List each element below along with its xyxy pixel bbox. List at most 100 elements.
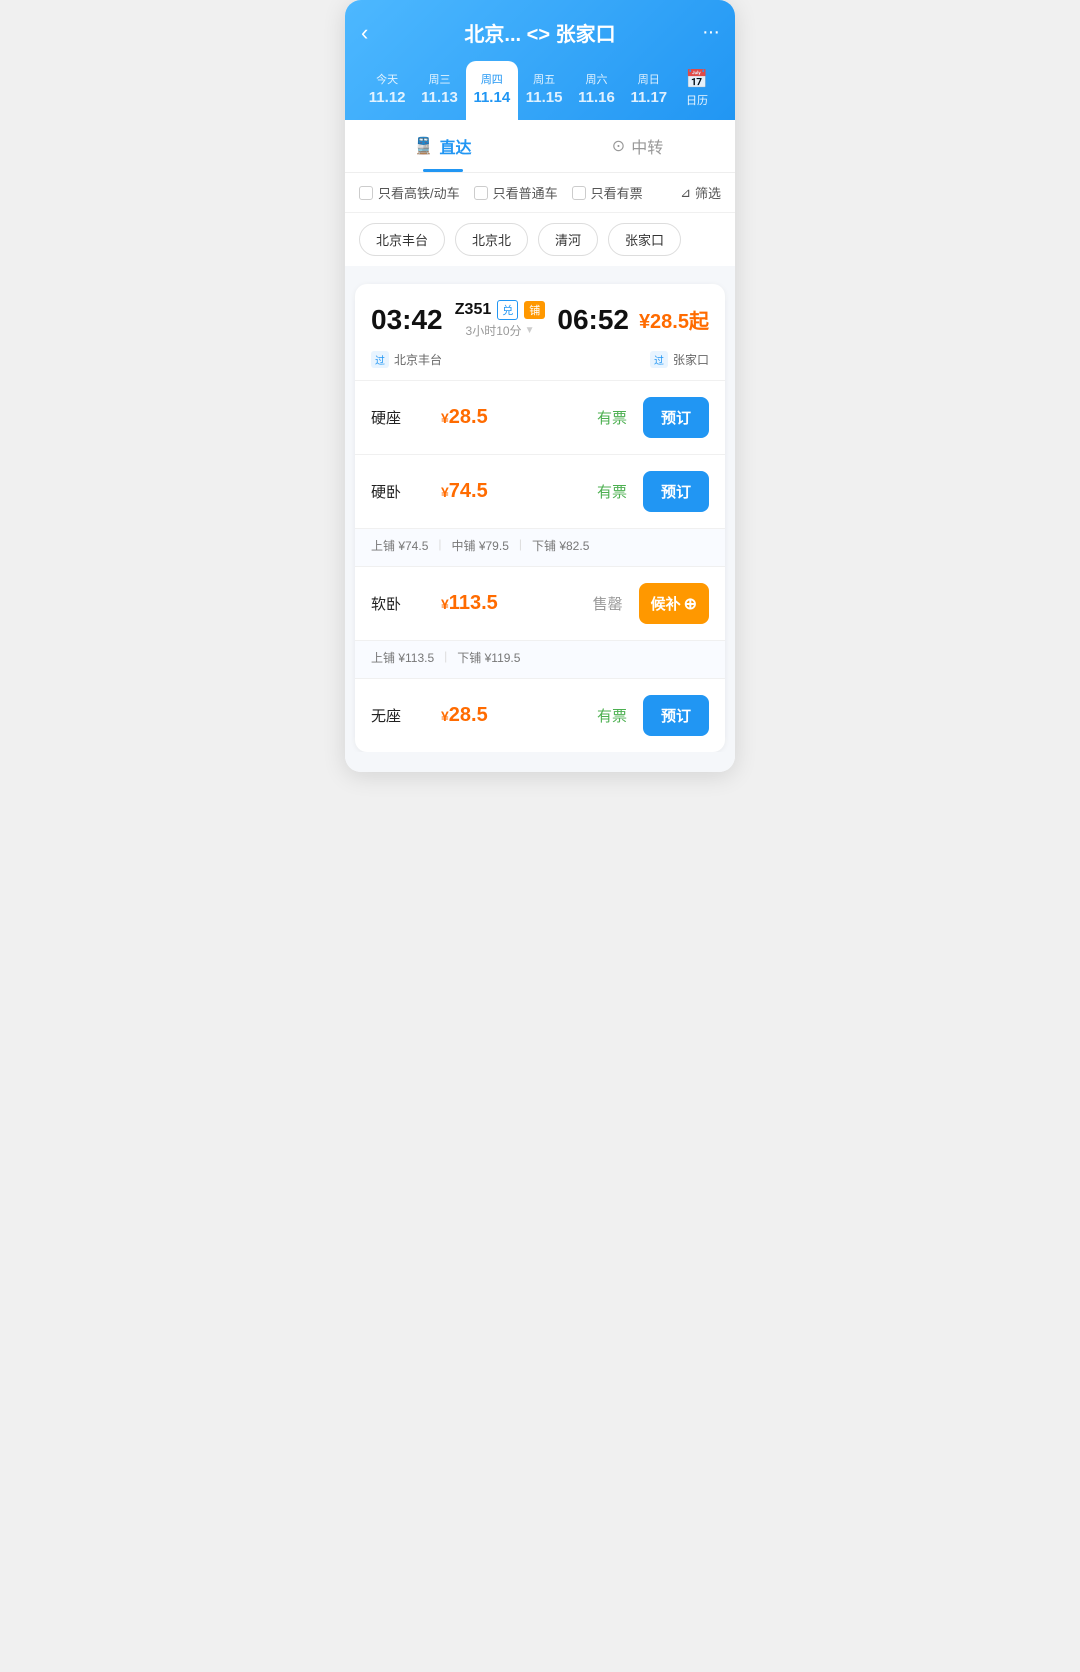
- date-label: 11.12: [369, 89, 406, 106]
- more-button[interactable]: ···: [687, 21, 719, 44]
- tab-direct-label: 直达: [439, 134, 471, 158]
- seat-type-ruanwo: 软卧: [371, 593, 421, 614]
- duration-arrow-icon: ▼: [525, 325, 535, 336]
- depart-time: 03:42: [371, 304, 451, 336]
- filter-youpiao-label: 只看有票: [591, 183, 643, 202]
- station-tag-fengtai[interactable]: 北京丰台: [359, 223, 445, 256]
- waitlist-label: 候补: [651, 593, 681, 614]
- train-header[interactable]: 03:42 Z351 兑 铺 3小时10分 ▼ 06:52: [355, 284, 725, 351]
- transfer-icon: ⊙: [612, 136, 625, 156]
- book-button-yingwo[interactable]: 预订: [643, 471, 709, 512]
- yingwo-sub-prices: 上铺 ¥74.5 | 中铺 ¥79.5 | 下铺 ¥82.5: [355, 528, 725, 566]
- train-number-row: Z351 兑 铺: [455, 300, 545, 320]
- seat-price-yingzuo: ¥28.5: [441, 406, 597, 429]
- ruanwo-upper-price: 上铺 ¥113.5: [371, 649, 434, 666]
- seat-type-wuzuo: 无座: [371, 705, 421, 726]
- station-tag-beijing-north[interactable]: 北京北: [455, 223, 528, 256]
- day-label: 周四: [481, 71, 503, 87]
- seat-price-wuzuo: ¥28.5: [441, 704, 597, 727]
- seat-block-ruanwo: 软卧 ¥113.5 售罄 候补 ⊕ 上铺 ¥113.5 | 下铺 ¥119.5: [355, 566, 725, 678]
- arrive-sub-station-name: 张家口: [673, 351, 709, 368]
- tab-direct[interactable]: 🚆 直达: [345, 120, 540, 172]
- date-label: 11.17: [630, 89, 667, 106]
- day-label: 今天: [376, 71, 398, 87]
- filter-gaotie[interactable]: 只看高铁/动车: [359, 183, 460, 202]
- checkbox-gaotie[interactable]: [359, 186, 373, 200]
- back-button[interactable]: ‹: [361, 20, 393, 46]
- seat-price-yingwo: ¥74.5: [441, 480, 597, 503]
- filter-putong-label: 只看普通车: [493, 183, 558, 202]
- filter-putong[interactable]: 只看普通车: [474, 183, 558, 202]
- date-tab-1117[interactable]: 周日 11.17: [623, 61, 675, 120]
- divider1: |: [438, 537, 441, 554]
- book-button-yingzuo[interactable]: 预订: [643, 397, 709, 438]
- depart-sub-tag: 过: [371, 351, 389, 368]
- checkbox-youpiao[interactable]: [572, 186, 586, 200]
- yingwo-upper-price: 上铺 ¥74.5: [371, 537, 428, 554]
- date-tab-1116[interactable]: 周六 11.16: [570, 61, 622, 120]
- divider2: |: [519, 537, 522, 554]
- tab-transfer-label: 中转: [631, 134, 663, 158]
- seat-row-wuzuo: 无座 ¥28.5 有票 预订: [355, 678, 725, 752]
- app-container: ‹ 北京... <> 张家口 ··· 今天 11.12 周三 11.13 周四 …: [345, 0, 735, 772]
- station-tags: 北京丰台 北京北 清河 张家口: [345, 213, 735, 274]
- sub-station-row: 过 北京丰台 过 张家口: [355, 351, 725, 380]
- arrive-time: 06:52: [549, 304, 629, 336]
- day-label: 周日: [638, 71, 660, 87]
- train-card-z351: 03:42 Z351 兑 铺 3小时10分 ▼ 06:52: [355, 284, 725, 752]
- mode-tabs: 🚆 直达 ⊙ 中转: [345, 120, 735, 173]
- depart-block: 03:42: [371, 304, 451, 336]
- waitlist-button-ruanwo[interactable]: 候补 ⊕: [639, 583, 709, 624]
- seat-type-yingwo: 硬卧: [371, 481, 421, 502]
- plus-icon: ⊕: [684, 594, 697, 614]
- seat-status-wuzuo: 有票: [597, 705, 627, 726]
- price-from: ¥28.5起: [639, 311, 709, 333]
- tag-pu: 铺: [524, 301, 545, 319]
- seat-block-yingwo: 硬卧 ¥74.5 有票 预订 上铺 ¥74.5 | 中铺 ¥79.5 | 下铺 …: [355, 454, 725, 566]
- date-tab-1112[interactable]: 今天 11.12: [361, 61, 413, 120]
- ruanwo-sub-prices: 上铺 ¥113.5 | 下铺 ¥119.5: [355, 640, 725, 678]
- book-button-wuzuo[interactable]: 预订: [643, 695, 709, 736]
- header: ‹ 北京... <> 张家口 ··· 今天 11.12 周三 11.13 周四 …: [345, 0, 735, 120]
- filter-gaotie-label: 只看高铁/动车: [378, 183, 460, 202]
- filter-select-button[interactable]: ⊿ 筛选: [680, 183, 721, 202]
- bottom-spacer: [345, 752, 735, 772]
- arrive-sub-tag: 过: [650, 351, 668, 368]
- date-tab-1113[interactable]: 周三 11.13: [413, 61, 465, 120]
- seat-type-yingzuo: 硬座: [371, 407, 421, 428]
- train-number: Z351: [455, 301, 491, 319]
- ruanwo-lower-price: 下铺 ¥119.5: [457, 649, 520, 666]
- day-label: 周五: [533, 71, 555, 87]
- checkbox-putong[interactable]: [474, 186, 488, 200]
- yingwo-middle-price: 中铺 ¥79.5: [452, 537, 509, 554]
- seat-price-ruanwo: ¥113.5: [441, 592, 593, 615]
- train-middle: Z351 兑 铺 3小时10分 ▼: [451, 300, 549, 339]
- station-tag-zhangjiakou[interactable]: 张家口: [608, 223, 681, 256]
- tab-transfer[interactable]: ⊙ 中转: [540, 120, 735, 172]
- date-label: 11.13: [421, 89, 458, 106]
- filter-youpiao[interactable]: 只看有票: [572, 183, 643, 202]
- depart-sub-station-name: 北京丰台: [394, 351, 442, 368]
- date-label: 11.16: [578, 89, 615, 106]
- seat-status-yingwo: 有票: [597, 481, 627, 502]
- header-top: ‹ 北京... <> 张家口 ···: [361, 18, 719, 47]
- tag-mian: 兑: [497, 300, 518, 320]
- seat-status-ruanwo: 售罄: [593, 593, 623, 614]
- duration-label: 3小时10分: [466, 322, 522, 339]
- date-label: 11.15: [526, 89, 563, 106]
- date-tab-1115[interactable]: 周五 11.15: [518, 61, 570, 120]
- day-label: 周六: [585, 71, 607, 87]
- filter-select-label: 筛选: [695, 183, 721, 202]
- page-title: 北京... <> 张家口: [393, 18, 687, 47]
- duration-row: 3小时10分 ▼: [466, 322, 535, 339]
- seat-row-yingzuo: 硬座 ¥28.5 有票 预订: [355, 380, 725, 454]
- arrive-sub-station: 过 张家口: [650, 351, 709, 368]
- price-block: ¥28.5起: [629, 305, 709, 334]
- train-icon: 🚆: [414, 136, 434, 156]
- filter-row: 只看高铁/动车 只看普通车 只看有票 ⊿ 筛选: [345, 173, 735, 213]
- date-tab-1114[interactable]: 周四 11.14: [466, 61, 518, 120]
- station-tag-qinghe[interactable]: 清河: [538, 223, 598, 256]
- calendar-tab[interactable]: 📅 日历: [675, 61, 719, 120]
- arrive-block: 06:52: [549, 304, 629, 336]
- day-label: 周三: [428, 71, 450, 87]
